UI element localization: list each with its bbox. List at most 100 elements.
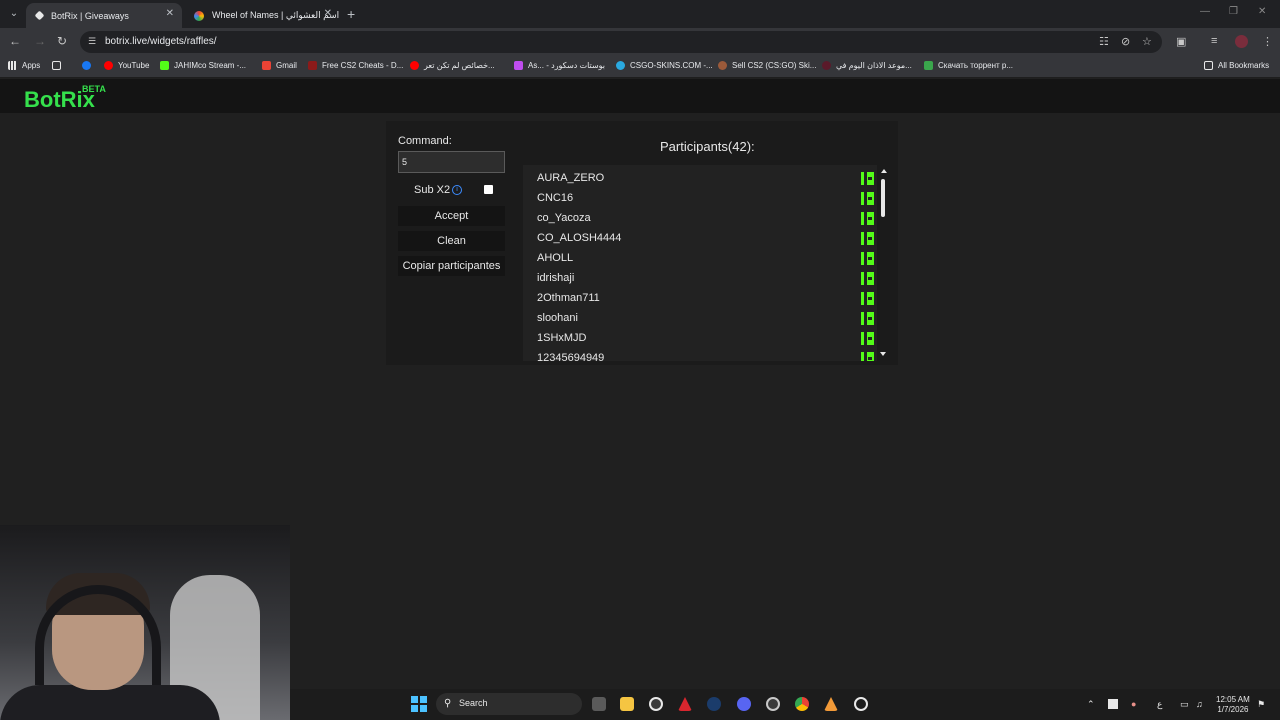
back-button[interactable]: ← [9,34,21,48]
bookmark-prayer[interactable]: موعد الاذان اليوم في... [822,61,912,70]
gem-icon [514,61,523,70]
command-label: Command: [398,135,452,147]
botrix-favicon-icon [34,10,45,21]
tab-wheel-of-names[interactable]: Wheel of Names | اسم العشوائي ✕ [184,3,340,28]
translate-icon[interactable]: ☷ [1099,35,1109,48]
scroll-up-icon[interactable] [881,169,887,173]
bookmark-torrent[interactable]: Скачать торрент р... [924,61,1013,70]
maximize-button[interactable]: ❐ [1229,6,1238,17]
grid-icon [52,61,61,70]
bookmark-youtube[interactable]: YouTube [104,61,149,70]
forward-button[interactable]: → [34,34,46,48]
person-body [0,685,220,720]
taskbar-clock[interactable]: 12:05 AM 1/7/2026 [1216,695,1250,715]
command-input[interactable] [398,151,505,173]
sub-x2-checkbox[interactable] [484,185,493,194]
list-item[interactable]: 2Othman711 [537,288,874,308]
bookmark-free-cs2[interactable]: Free CS2 Cheats - D... [308,61,403,70]
all-bookmarks[interactable]: All Bookmarks [1204,61,1269,70]
new-tab-button[interactable]: + [347,6,355,22]
volume-icon[interactable]: ♫ [1196,699,1203,709]
list-item[interactable]: 12345694949 [537,348,874,361]
kick-icon [861,172,874,185]
language-indicator[interactable]: ع [1157,699,1162,710]
site-icon [718,61,727,70]
bookmark-sell-cs2[interactable]: Sell CS2 (CS:GO) Ski... [718,61,816,70]
site-icon [616,61,625,70]
bookmark-apps[interactable]: Apps [8,61,40,70]
site-icon [822,61,831,70]
beta-badge: BETA [82,84,106,94]
microphone-icon[interactable]: ● [1131,699,1136,709]
url-text: botrix.live/widgets/raffles/ [105,36,217,47]
profile-avatar[interactable] [1235,35,1248,48]
close-tab-icon[interactable]: ✕ [324,8,332,19]
bookmark-facebook[interactable] [82,61,96,70]
list-item[interactable]: idrishaji [537,268,874,288]
scroll-thumb[interactable] [881,179,885,217]
file-explorer-icon[interactable] [620,697,634,711]
accept-button[interactable]: Accept [398,206,505,226]
list-item[interactable]: CO_ALOSH4444 [537,228,874,248]
discord-icon[interactable] [737,697,751,711]
bookmark-arabic-1[interactable]: خصائص لم تكن تعر... [410,61,495,70]
kick-icon [861,192,874,205]
info-icon[interactable]: i [452,185,462,195]
scroll-down-icon[interactable] [880,352,886,356]
bookmark-jahimco[interactable]: JAHIMco Stream -... [160,61,246,70]
bookmark-grid[interactable] [52,61,66,70]
bookmark-csgo-skins[interactable]: CSGO-SKINS.COM -... [616,61,713,70]
task-view-icon[interactable] [592,697,606,711]
taskbar-search[interactable]: ⚲ Search [436,693,582,715]
steam-icon[interactable] [707,697,721,711]
list-item[interactable]: AURA_ZERO [537,168,874,188]
chrome-icon[interactable] [795,697,809,711]
clock-time: 12:05 AM [1216,695,1250,704]
close-window-button[interactable]: ✕ [1258,6,1266,17]
copy-participants-button[interactable]: Copiar participantes [398,256,505,276]
bookmark-star-icon[interactable]: ☆ [1142,35,1152,48]
clean-button[interactable]: Clean [398,231,505,251]
site-icon [308,61,317,70]
hide-icon[interactable]: ⊘ [1121,35,1130,48]
network-icon[interactable]: ▭ [1180,699,1189,710]
kick-icon [160,61,169,70]
start-button[interactable] [411,696,427,712]
apps-grid-icon [8,61,17,70]
address-bar[interactable]: ☰ botrix.live/widgets/raffles/ [80,31,1162,53]
logitech-icon[interactable] [649,697,663,711]
kick-icon [861,332,874,345]
list-item[interactable]: 1SHxMJD [537,328,874,348]
list-item[interactable]: sloohani [537,308,874,328]
list-item[interactable]: co_Yacoza [537,208,874,228]
tab-label: BotRix | Giveaways [51,10,129,21]
kick-icon [861,292,874,305]
minimize-button[interactable]: — [1200,6,1210,17]
app-icon[interactable] [766,697,780,711]
gmail-icon [262,61,271,70]
participants-list[interactable]: AURA_ZERO CNC16 co_Yacoza CO_ALOSH4444 A… [523,165,877,361]
close-tab-icon[interactable]: ✕ [166,8,174,19]
youtube-icon [410,61,419,70]
webcam-overlay [0,525,290,720]
site-info-icon[interactable]: ☰ [88,36,99,47]
kick-icon [861,212,874,225]
list-item[interactable]: CNC16 [537,188,874,208]
tab-botrix[interactable]: BotRix | Giveaways ✕ [26,3,182,28]
reload-button[interactable]: ↻ [57,34,67,48]
media-icon[interactable]: ≡ [1211,35,1217,47]
list-item[interactable]: AHOLL [537,248,874,268]
extensions-icon[interactable]: ▣ [1176,35,1186,48]
tray-app-icon[interactable] [1108,699,1118,709]
tab-search-button[interactable]: ⌄ [6,6,22,22]
youtube-icon [104,61,113,70]
participants-title: Participants(42): [660,139,755,154]
search-icon: ⚲ [444,698,452,709]
tray-chevron-icon[interactable]: ⌃ [1087,699,1095,710]
menu-icon[interactable]: ⋮ [1262,35,1273,48]
participants-scrollbar[interactable] [877,165,889,361]
notification-icon[interactable]: ⚑ [1257,699,1265,710]
settings-icon[interactable] [854,697,868,711]
bookmark-discord-posts[interactable]: As... - بوستات دسكورد [514,61,605,70]
bookmark-gmail[interactable]: Gmail [262,61,297,70]
